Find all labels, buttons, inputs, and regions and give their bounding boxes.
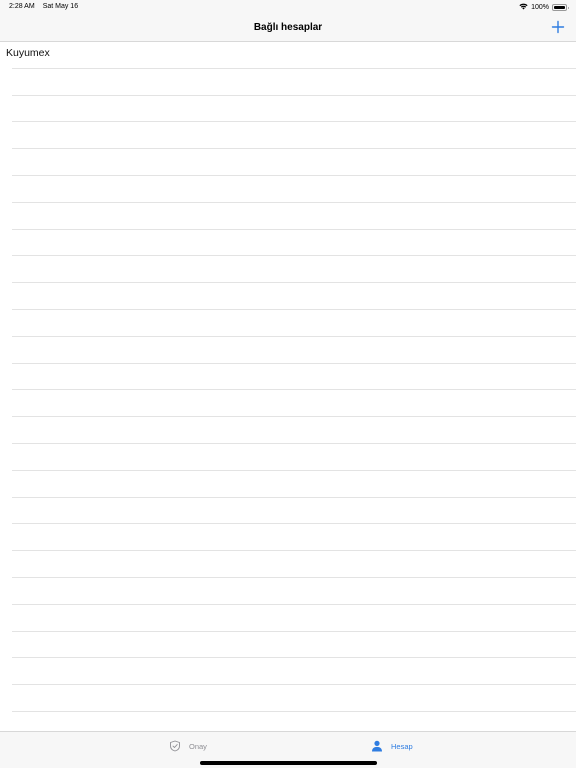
tab-label: Hesap [391,741,413,751]
empty-row [12,471,576,498]
status-date: Sat May 16 [42,3,79,10]
empty-row [12,658,576,686]
accounts-list: Kuyumex [0,42,576,731]
empty-row [12,203,576,230]
empty-row [12,364,576,391]
empty-row [12,337,576,364]
empty-row [12,551,576,578]
status-time: 2:28 AM [9,3,35,10]
page-title: Bağlı hesaplar [253,22,323,33]
home-indicator [200,761,377,765]
empty-row [12,578,576,605]
status-bar: 2:28 AM Sat May 16 100% [0,0,576,14]
plus-icon [551,20,565,34]
person-icon [372,740,382,752]
empty-row [12,283,576,310]
empty-row [12,390,576,418]
tab-bar: Onay Hesap [0,731,576,768]
empty-row [12,149,576,176]
empty-row [12,632,576,659]
screen: 2:28 AM Sat May 16 100% Bağlı hesaplar K… [0,0,576,768]
empty-row [12,256,576,284]
empty-row [12,310,576,337]
empty-row [12,685,576,712]
wifi-icon [519,3,528,12]
empty-row [12,230,576,257]
empty-row [12,69,576,96]
empty-row [12,712,576,731]
empty-row [12,524,576,552]
tab-account[interactable]: Hesap [371,740,413,752]
tab-label: Onay [189,741,207,751]
battery-percent: 100% [531,4,549,11]
add-account-button[interactable] [550,19,566,35]
empty-row [12,417,576,444]
shield-check-icon [170,740,180,752]
list-item[interactable]: Kuyumex [0,42,576,69]
empty-row [12,176,576,203]
empty-row [12,96,576,123]
empty-row [12,498,576,525]
account-name: Kuyumex [6,47,50,59]
empty-row [12,605,576,632]
tab-approve[interactable]: Onay [169,740,207,752]
empty-row [12,444,576,471]
navigation-bar: Bağlı hesaplar [0,14,576,42]
empty-row [12,122,576,150]
battery-icon [552,4,569,11]
